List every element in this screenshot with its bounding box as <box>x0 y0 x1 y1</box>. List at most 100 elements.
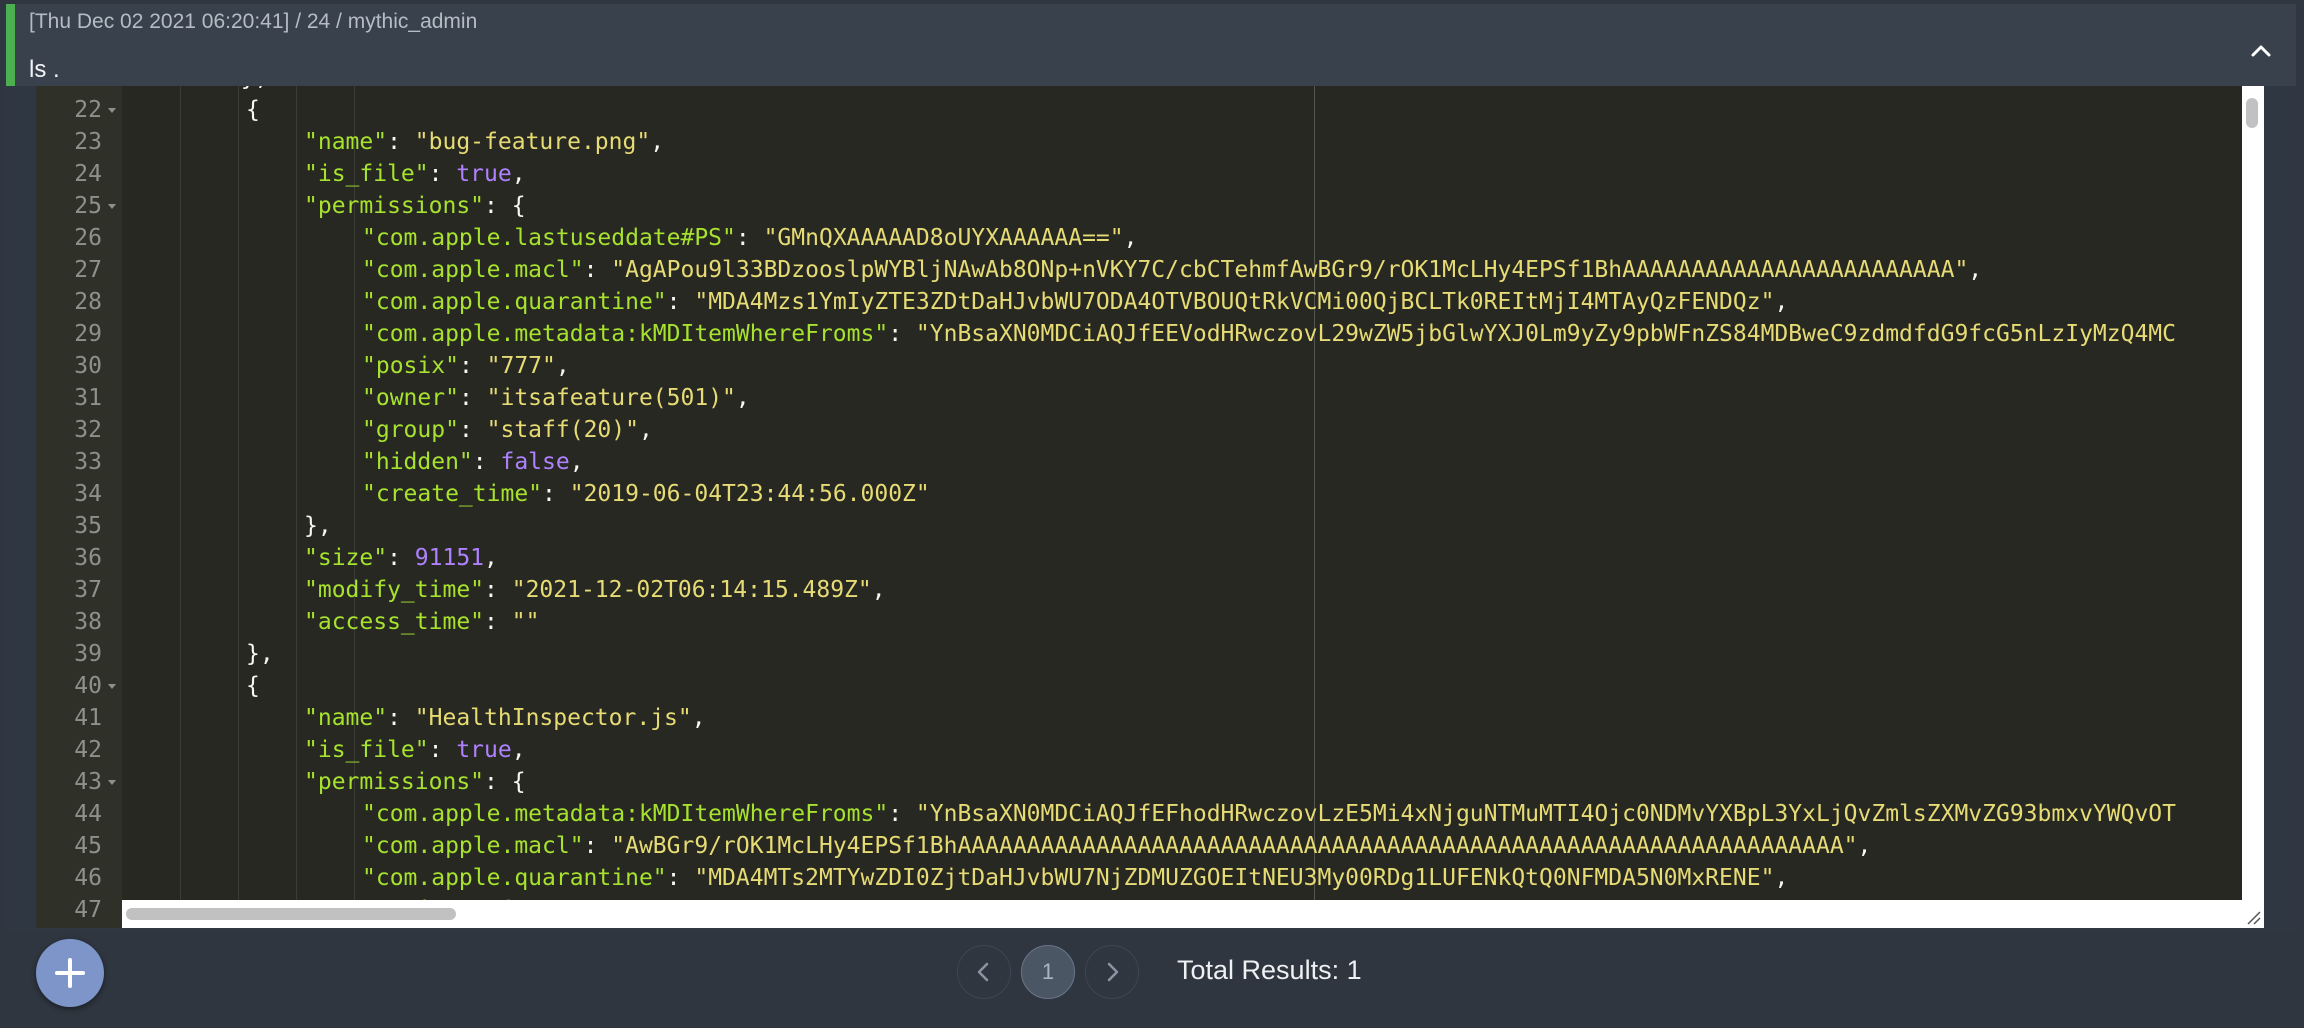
current-page-number: 1 <box>1041 959 1055 984</box>
code-token-pre: }, <box>304 513 332 539</box>
code-token-post: , <box>1123 225 1138 251</box>
code-token-mid: : <box>458 385 487 411</box>
code-token-key: "posix" <box>362 353 459 379</box>
code-line: "is_file": true, <box>304 734 526 766</box>
vertical-scrollbar-thumb[interactable] <box>2246 98 2258 128</box>
chevron-up-icon <box>2251 45 2271 57</box>
code-token-post: , <box>1968 257 1983 283</box>
code-token-mid: : <box>472 449 501 475</box>
code-line: "posix": "777", <box>362 350 570 382</box>
code-token-val: false <box>500 449 570 475</box>
page-1-button[interactable]: 1 <box>1021 945 1075 999</box>
line-number: 44 <box>74 801 102 827</box>
add-button[interactable] <box>36 939 104 1007</box>
code-line: "com.apple.macl": "AwBGr9/rOK1McLHy4EPSf… <box>362 830 1871 862</box>
code-token-val: "2019-06-04T23:44:56.000Z" <box>569 481 930 507</box>
collapse-button[interactable] <box>2244 34 2278 68</box>
code-token-val: "2021-12-02T06:14:15.489Z" <box>511 577 872 603</box>
code-token-val: "777" <box>486 353 556 379</box>
code-line: "size": 91151, <box>304 542 498 574</box>
line-number: 43 <box>74 769 102 795</box>
code-token-post: , <box>1774 865 1789 891</box>
code-line: "owner": "itsafeature(501)", <box>362 382 750 414</box>
task-status-accent <box>6 4 15 86</box>
code-token-post: , <box>1857 833 1872 859</box>
horizontal-scrollbar-thumb[interactable] <box>126 908 456 920</box>
code-token-val: "AgAPou9l33BDzooslpWYBljNAwAb8ONp+nVKY7C… <box>611 257 1969 283</box>
task-command: ls . <box>29 56 60 83</box>
code-token-key: "permissions" <box>304 193 485 219</box>
chevron-right-icon <box>1107 962 1119 982</box>
code-token-mid: : <box>484 609 512 635</box>
code-line: "com.apple.lastuseddate#PS": "GMnQXAAAAA… <box>362 222 1137 254</box>
code-token-mid: : <box>387 129 415 155</box>
line-number: 25 <box>74 193 102 219</box>
code-line: "create_time": "2019-06-04T23:44:56.000Z… <box>362 478 930 510</box>
code-token-key: "is_file" <box>304 161 429 187</box>
line-number: 26 <box>74 225 102 251</box>
code-token-key: "com.apple.metadata:kMDItemWhereFroms" <box>362 801 889 827</box>
code-editor[interactable]: 22 23 24 25 26 27 28 29 30 31 32 33 34 35 36 37 38 39 40 41… <box>36 86 2264 928</box>
code-token-val: "HealthInspector.js" <box>414 705 692 731</box>
code-content[interactable]: },{"name": "bug-feature.png","is_file": … <box>122 86 2242 900</box>
code-token-key: "com.apple.quarantine" <box>362 865 667 891</box>
code-token-mid: : <box>387 545 415 571</box>
fold-arrow-icon[interactable] <box>108 780 116 785</box>
chevron-left-icon <box>977 962 989 982</box>
code-token-pre: { <box>246 97 260 123</box>
task-header[interactable]: [Thu Dec 02 2021 06:20:41] / 24 / mythic… <box>15 4 2296 86</box>
code-token-key: "hidden" <box>362 449 473 475</box>
line-number: 30 <box>74 353 102 379</box>
task-meta: [Thu Dec 02 2021 06:20:41] / 24 / mythic… <box>29 10 478 33</box>
code-token-val: 91151 <box>414 545 485 571</box>
print-margin <box>1314 86 1315 900</box>
fold-arrow-icon[interactable] <box>108 684 116 689</box>
code-line: "group": "staff(20)", <box>362 414 653 446</box>
code-line: "modify_time": "2021-12-02T06:14:15.489Z… <box>304 574 886 606</box>
code-token-val: "YnBsaXN0MDCiAQJfEEVodHRwczovL29wZW5jbGl… <box>915 321 2176 347</box>
code-token-mid: : <box>484 577 512 603</box>
code-token-post: , <box>638 417 653 443</box>
line-number: 34 <box>74 481 102 507</box>
code-token-key: "name" <box>304 705 388 731</box>
code-token-pre: }, <box>246 641 274 667</box>
code-line: }, <box>304 510 332 542</box>
code-token-val: "MDA4Mzs1YmIyZTE3ZDtDaHJvbWU7ODA4OTVBOUQ… <box>694 289 1775 315</box>
code-token-mid: : <box>583 833 612 859</box>
line-number: 41 <box>74 705 102 731</box>
code-token-post: , <box>555 353 570 379</box>
code-token-pre: { <box>246 673 260 699</box>
line-number: 23 <box>74 129 102 155</box>
total-results: Total Results: 1 <box>1177 955 1362 985</box>
code-token-key: "com.apple.lastuseddate#PS" <box>362 225 736 251</box>
code-token-key: "group" <box>362 417 459 443</box>
line-number: 37 <box>74 577 102 603</box>
fold-arrow-icon[interactable] <box>108 108 116 113</box>
code-token-val: "MDA4MTs2MTYwZDI0ZjtDaHJvbWU7NjZDMUZGOEI… <box>694 865 1775 891</box>
code-token-key: "create_time" <box>362 481 543 507</box>
resize-handle[interactable] <box>2244 908 2262 926</box>
indent-guide <box>296 86 297 900</box>
code-line: "is_file": true, <box>304 158 526 190</box>
code-token-post: , <box>569 449 584 475</box>
code-token-key: "name" <box>304 129 388 155</box>
vertical-scrollbar[interactable] <box>2242 86 2264 900</box>
line-number: 36 <box>74 545 102 571</box>
code-line: "com.apple.quarantine": "MDA4Mzs1YmIyZTE… <box>362 286 1788 318</box>
code-token-val: "YnBsaXN0MDCiAQJfEFhodHRwczovLzE5Mi4xNjg… <box>915 801 2176 827</box>
code-token-mid: : <box>735 225 764 251</box>
line-number: 33 <box>74 449 102 475</box>
line-number: 22 <box>74 97 102 123</box>
code-token-post: , <box>691 705 706 731</box>
code-token-val: "AwBGr9/rOK1McLHy4EPSf1BhAAAAAAAAAAAAAAA… <box>611 833 1858 859</box>
code-line: "com.apple.macl": "AgAPou9l33BDzooslpWYB… <box>362 254 1982 286</box>
line-number: 24 <box>74 161 102 187</box>
previous-page-button[interactable] <box>957 945 1011 999</box>
next-page-button[interactable] <box>1085 945 1139 999</box>
line-number: 27 <box>74 257 102 283</box>
code-token-key: "com.apple.macl" <box>362 257 584 283</box>
line-number: 29 <box>74 321 102 347</box>
fold-arrow-icon[interactable] <box>108 204 116 209</box>
code-token-key: "owner" <box>362 385 459 411</box>
code-line: }, <box>130 86 269 94</box>
